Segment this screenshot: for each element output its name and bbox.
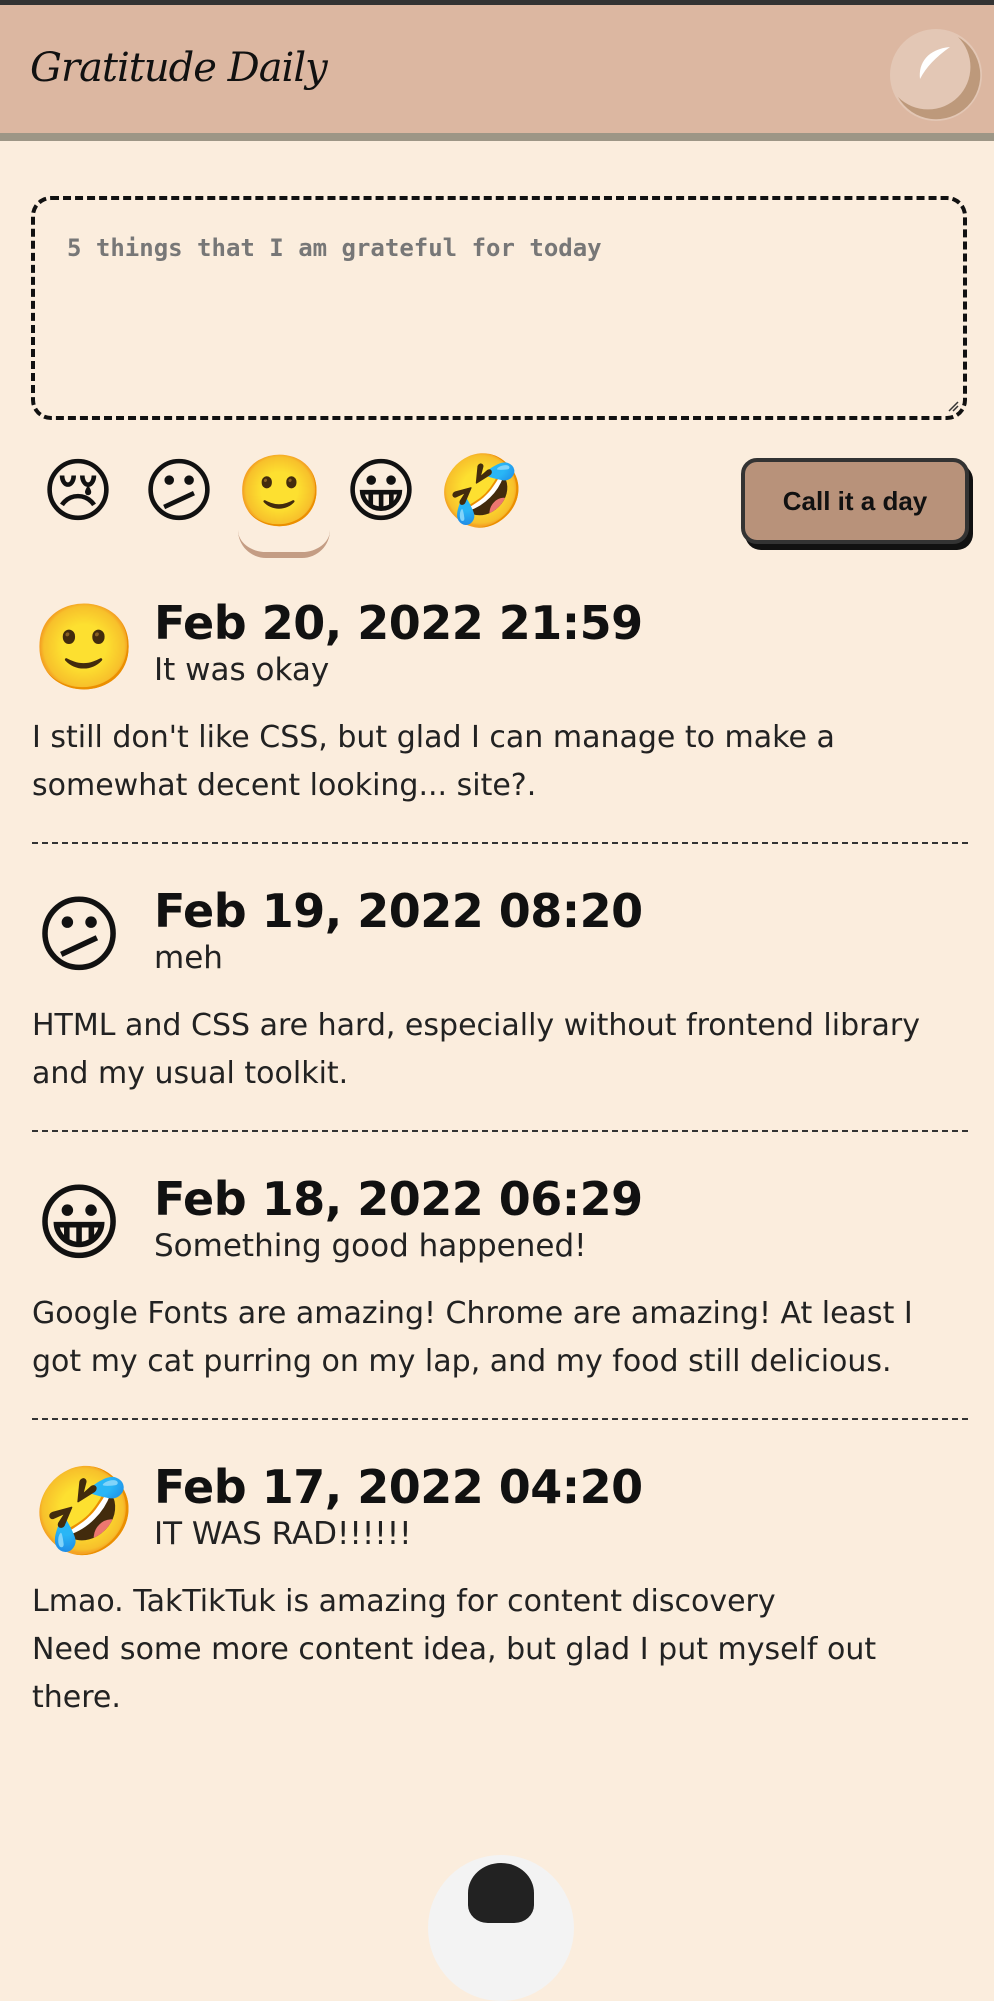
mood-selector: 😢 😕 🙂 😀 🤣 xyxy=(36,446,556,558)
entry-date: Feb 19, 2022 08:20 xyxy=(154,884,643,938)
rolling-laughing-face-icon: 🤣 xyxy=(438,450,526,532)
mood-option-rolling-laughing[interactable]: 🤣 xyxy=(438,446,526,536)
entry-body: I still don't like CSS, but glad I can m… xyxy=(32,720,835,803)
mood-option-confused[interactable]: 😕 xyxy=(137,446,221,536)
avatar-hair xyxy=(468,1863,534,1923)
grinning-face-icon: 😀 xyxy=(35,1174,123,1272)
entry-item: 🤣 Feb 17, 2022 04:20 IT WAS RAD!!!!!! Lm… xyxy=(32,1460,968,1748)
entry-item: 🙂 Feb 20, 2022 21:59 It was okay I still… xyxy=(32,596,968,884)
entry-mood-label: IT WAS RAD!!!!!! xyxy=(154,1516,412,1552)
entry-mood-label: meh xyxy=(154,940,223,976)
confused-face-icon: 😕 xyxy=(142,450,216,532)
rolling-laughing-face-icon: 🤣 xyxy=(32,1462,137,1560)
gratitude-textarea[interactable] xyxy=(35,200,963,416)
entry-divider xyxy=(32,1130,968,1132)
entry-item: 😕 Feb 19, 2022 08:20 meh HTML and CSS ar… xyxy=(32,884,968,1172)
call-it-a-day-button[interactable]: Call it a day xyxy=(741,458,969,544)
slightly-smiling-face-icon: 🙂 xyxy=(32,598,137,696)
confused-face-icon: 😕 xyxy=(35,886,123,984)
mood-option-grinning[interactable]: 😀 xyxy=(339,446,423,536)
entry-date: Feb 18, 2022 06:29 xyxy=(154,1172,643,1226)
entry-body: HTML and CSS are hard, especially withou… xyxy=(32,1008,920,1091)
app-header: Gratitude Daily xyxy=(0,5,994,141)
app-logo[interactable]: Gratitude Daily xyxy=(30,45,328,91)
entry-divider xyxy=(32,842,968,844)
entry-mood-label: It was okay xyxy=(154,652,330,688)
entries-list: 🙂 Feb 20, 2022 21:59 It was okay I still… xyxy=(32,596,968,1748)
entry-item: 😀 Feb 18, 2022 06:29 Something good happ… xyxy=(32,1172,968,1460)
mood-option-crying[interactable]: 😢 xyxy=(36,446,120,536)
entry-date: Feb 17, 2022 04:20 xyxy=(154,1460,643,1514)
moon-crescent-icon[interactable] xyxy=(888,27,984,123)
slightly-smiling-face-icon: 🙂 xyxy=(236,450,324,532)
gratitude-entry-box xyxy=(31,196,967,420)
user-avatar[interactable] xyxy=(428,1855,574,2001)
crying-face-icon: 😢 xyxy=(41,450,115,532)
mood-option-slightly-smiling[interactable]: 🙂 xyxy=(236,446,330,558)
grinning-face-icon: 😀 xyxy=(344,450,418,532)
entry-body: Lmao. TakTikTuk is amazing for content d… xyxy=(32,1584,877,1715)
resize-handle-icon[interactable] xyxy=(947,400,959,412)
entry-mood-label: Something good happened! xyxy=(154,1228,587,1264)
entry-divider xyxy=(32,1418,968,1420)
entry-date: Feb 20, 2022 21:59 xyxy=(154,596,643,650)
entry-body: Google Fonts are amazing! Chrome are ama… xyxy=(32,1296,913,1379)
